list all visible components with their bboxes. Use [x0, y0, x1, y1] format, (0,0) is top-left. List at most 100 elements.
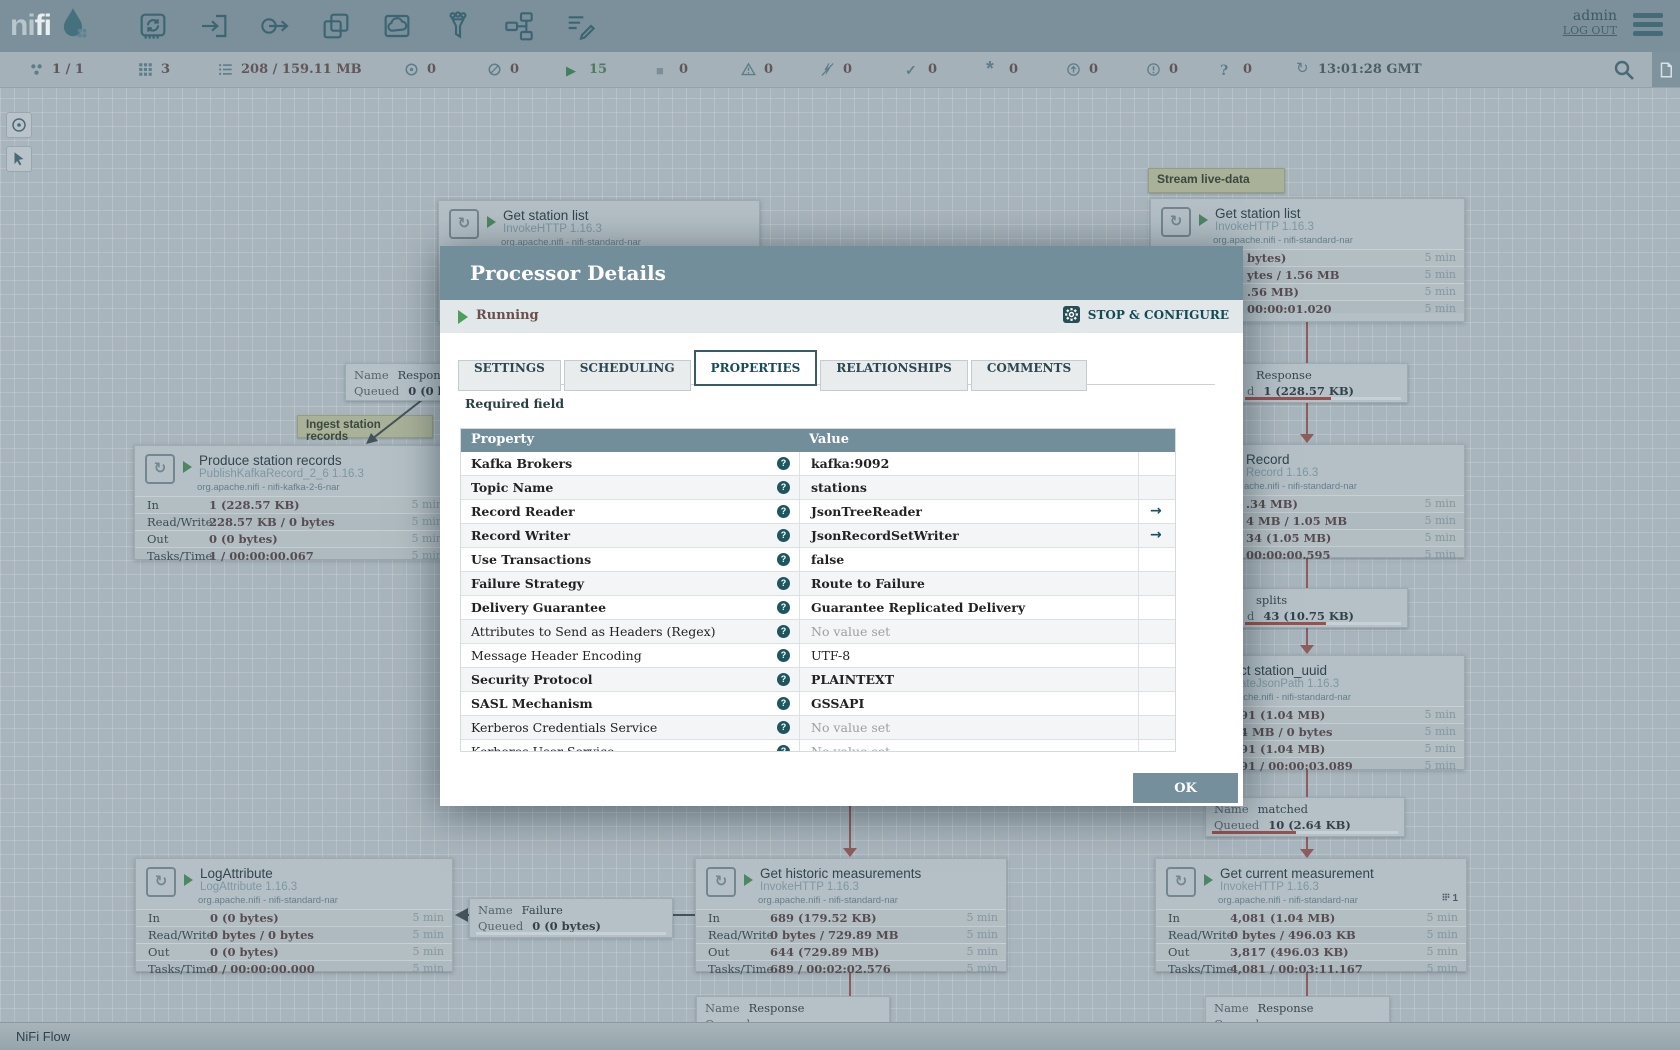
processor-toolbar-icon[interactable] [137, 10, 169, 42]
property-help-icon[interactable]: ? [777, 721, 790, 734]
property-row: Attributes to Send as Headers (Regex)? No… [461, 620, 1175, 644]
stat-window: 5 min [412, 911, 444, 924]
stat-label: Tasks/Time [147, 549, 213, 563]
status-running-count: 15 [589, 62, 608, 77]
property-help-icon[interactable]: ? [777, 529, 790, 542]
ok-button[interactable]: OK [1133, 773, 1238, 803]
current-user: admin [1572, 8, 1617, 24]
status-invalid-count: 0 [764, 62, 774, 77]
run-status-icon [1204, 874, 1213, 886]
processor-produce-station-records[interactable]: ↻ Produce station records PublishKafkaReco… [134, 445, 452, 563]
stat-row: Read/Write 0 bytes / 0 bytes 5 min [136, 926, 452, 943]
canvas-settings-button[interactable] [1652, 52, 1680, 87]
stat-window: 5 min [1424, 302, 1456, 315]
connection-label-failure[interactable]: Name Failure Queued 0 (0 bytes) [469, 898, 673, 938]
stop-configure-button[interactable]: STOP & CONFIGURE [1062, 306, 1229, 326]
go-to-service-arrow-icon[interactable]: → [1150, 503, 1162, 519]
output-port-toolbar-icon[interactable] [259, 10, 291, 42]
input-port-toolbar-icon[interactable] [198, 10, 230, 42]
property-help-icon[interactable]: ? [777, 481, 790, 494]
property-help-icon[interactable]: ? [777, 505, 790, 518]
transmitting-icon [404, 62, 419, 82]
processor-stats: In 689 (179.52 KB) 5 min Read/Write 0 bytes … [696, 909, 1006, 976]
up-to-date-icon: ✓ [905, 62, 917, 78]
processor-bundle: org.apache.nifi - nifi-kafka-2-6-nar [197, 482, 340, 493]
nav-cell [1138, 476, 1175, 499]
processor-get-current-measurement[interactable]: ↻ Get current measurement InvokeHTTP 1.16.… [1155, 858, 1467, 976]
breadcrumb-root[interactable]: NiFi Flow [16, 1029, 70, 1044]
go-to-service-arrow-icon[interactable]: → [1150, 527, 1162, 543]
stat-window: 5 min [1424, 548, 1456, 561]
template-toolbar-icon[interactable] [503, 10, 535, 42]
processor-bundle: org.apache.nifi - nifi-standard-nar [1218, 895, 1358, 906]
stat-row: In 1 (228.57 KB) 5 min [135, 496, 451, 513]
value-cell: stations [799, 476, 1139, 499]
nav-cell [1138, 740, 1175, 751]
property-cell: Topic Name? [461, 476, 800, 499]
tab-settings[interactable]: SETTINGS [458, 360, 561, 391]
stat-label: Out [708, 945, 730, 959]
stat-value: 0 (0 bytes) [209, 532, 278, 546]
property-cell: Kerberos User Service? [461, 740, 800, 752]
canvas-label-ingest-station-records[interactable]: Ingest station records [297, 415, 433, 443]
property-help-icon[interactable]: ? [777, 625, 790, 638]
connection-label-splits[interactable]: splits d 43 (10.75 KB) [1238, 588, 1408, 628]
refresh-icon[interactable]: ↻ [1296, 61, 1309, 77]
operate-palette-button[interactable] [6, 146, 32, 172]
nav-cell [1138, 668, 1175, 691]
property-help-icon[interactable]: ? [777, 553, 790, 566]
canvas-label-stream-live-data[interactable]: Stream live-data [1148, 168, 1285, 193]
property-help-icon[interactable]: ? [777, 649, 790, 662]
remote-process-group-toolbar-icon[interactable] [381, 10, 413, 42]
stat-row: In 4,081 (1.04 MB) 5 min [1156, 909, 1466, 926]
property-cell: Failure Strategy? [461, 572, 800, 595]
stat-value: 1 (228.57 KB) [209, 498, 300, 512]
connection-label-response-right[interactable]: Response d 1 (228.57 KB) [1238, 363, 1408, 403]
value-cell: No value set [799, 716, 1139, 739]
tab-scheduling[interactable]: SCHEDULING [563, 360, 691, 391]
value-cell: Guarantee Replicated Delivery [799, 596, 1139, 619]
processor-get-historic-measurements[interactable]: ↻ Get historic measurements InvokeHTTP 1.1… [695, 858, 1007, 976]
property-value: No value set [811, 744, 891, 752]
required-field-label: Required field [465, 396, 565, 411]
property-help-icon[interactable]: ? [777, 457, 790, 470]
process-group-toolbar-icon[interactable] [320, 10, 352, 42]
stat-row: In 0 (0 bytes) 5 min [136, 909, 452, 926]
tab-relationships[interactable]: RELATIONSHIPS [820, 360, 968, 391]
cursor-icon [14, 152, 24, 166]
tab-comments[interactable]: COMMENTS [970, 360, 1088, 391]
stat-label: Read/Write [148, 928, 214, 942]
property-name: Record Writer [471, 528, 571, 543]
stat-label: Read/Write [1168, 928, 1234, 942]
navigate-palette-button[interactable] [6, 112, 32, 138]
status-threads-count: 3 [161, 62, 171, 77]
global-menu-button[interactable] [1633, 13, 1663, 37]
stat-window: 5 min [411, 549, 443, 562]
search-icon [1614, 60, 1634, 80]
funnel-toolbar-icon[interactable] [442, 10, 474, 42]
tab-properties[interactable]: PROPERTIES [693, 350, 818, 386]
property-name: SASL Mechanism [471, 696, 593, 711]
stat-value: .34 MB) [1246, 497, 1298, 511]
property-name: Kerberos User Service [471, 744, 615, 752]
gear-icon [1062, 306, 1080, 323]
property-help-icon[interactable]: ? [777, 577, 790, 590]
stat-window: 5 min [966, 928, 998, 941]
property-help-icon[interactable]: ? [777, 601, 790, 614]
property-help-icon[interactable]: ? [777, 673, 790, 686]
running-icon [458, 310, 468, 324]
processor-details-dialog: Processor Details Running STOP & CONFIGU… [440, 246, 1243, 806]
stat-value: 00:00:00.595 [1246, 548, 1331, 562]
nifi-app: Stream live-data Ingest station records [0, 0, 1680, 1050]
logout-link[interactable]: LOG OUT [1563, 24, 1617, 37]
property-help-icon[interactable]: ? [777, 745, 790, 751]
queued-value: 1 (228.57 KB) [1263, 384, 1354, 398]
search-button[interactable] [1612, 58, 1638, 84]
label-toolbar-icon[interactable] [564, 10, 596, 42]
connection-queued-row: d 1 (228.57 KB) [1247, 384, 1401, 398]
stat-label: Tasks/Time [708, 962, 774, 976]
status-up-to-date-count: 0 [928, 62, 938, 77]
stat-value: 91 / 00:00:03.089 [1240, 759, 1353, 773]
processor-log-attribute[interactable]: ↻ LogAttribute LogAttribute 1.16.3 org.apac… [135, 858, 453, 976]
property-help-icon[interactable]: ? [777, 697, 790, 710]
